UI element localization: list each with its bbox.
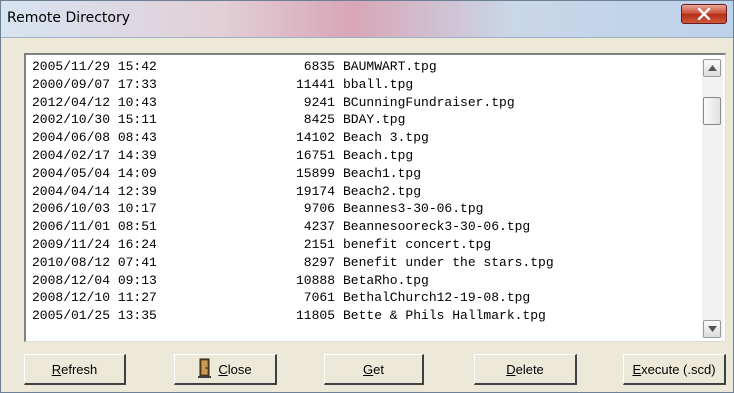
file-name: BetaRho.tpg — [343, 272, 429, 288]
execute-label: xecute (.scd) — [641, 361, 716, 377]
file-size: 19174 — [295, 183, 335, 199]
file-row[interactable]: 2008/12/10 11:27 7061 BethalChurch12-19-08… — [32, 289, 692, 307]
refresh-accel: R — [51, 361, 62, 377]
file-date: 2009/11/24 16:24 — [32, 236, 157, 252]
file-name: Beannesooreck3-30-06.tpg — [343, 219, 531, 235]
close-button[interactable]: Close — [174, 354, 277, 385]
file-date: 2006/10/03 10:17 — [32, 201, 157, 217]
file-row[interactable]: 2008/12/04 09:13 10888 BetaRho.tpg — [32, 272, 692, 290]
file-row[interactable]: 2004/02/17 14:39 16751 Beach.tpg — [32, 147, 692, 165]
door-icon — [198, 358, 212, 381]
file-date: 2004/06/08 08:43 — [32, 130, 157, 146]
scroll-thumb[interactable] — [703, 97, 721, 125]
file-row[interactable]: 2004/05/04 14:09 15899 Beach1.tpg — [32, 165, 692, 183]
remote-directory-window: Remote Directory 2005/11/29 15:42 6835 BAU… — [0, 0, 734, 393]
file-date: 2005/01/25 13:35 — [32, 308, 157, 324]
dialog-client-area: 2005/11/29 15:42 6835 BAUMWART.tpg 2000/09/… — [6, 38, 728, 388]
file-date: 2008/12/10 11:27 — [32, 290, 157, 306]
file-size: 11805 — [295, 308, 335, 324]
file-listbox[interactable]: 2005/11/29 15:42 6835 BAUMWART.tpg 2000/09/… — [24, 53, 726, 342]
file-name: BCunningFundraiser.tpg — [343, 94, 515, 110]
scroll-up-button[interactable] — [703, 59, 721, 77]
refresh-button[interactable]: Refresh — [24, 354, 126, 385]
file-date: 2002/10/30 15:11 — [32, 112, 157, 128]
close-label: lose — [227, 361, 252, 377]
file-name: Beach2.tpg — [343, 183, 422, 199]
delete-button[interactable]: Delete — [474, 354, 577, 385]
refresh-label: efresh — [61, 361, 98, 377]
file-row[interactable]: 2002/10/30 15:11 8425 BDAY.tpg — [32, 111, 692, 129]
execute-accel: E — [632, 361, 642, 377]
file-row[interactable]: 2006/10/03 10:17 9706 Beannes3-30-06.tpg — [32, 200, 692, 218]
file-date: 2012/04/12 10:43 — [32, 94, 157, 110]
file-name: BDAY.tpg — [343, 112, 406, 128]
arrow-up-icon — [707, 65, 717, 71]
delete-label: elete — [515, 361, 544, 377]
window-title: Remote Directory — [7, 10, 130, 26]
file-size: 10888 — [295, 272, 335, 288]
file-row[interactable]: 2004/04/14 12:39 19174 Beach2.tpg — [32, 183, 692, 201]
file-row[interactable]: 2009/11/24 16:24 2151 benefit concert.tpg — [32, 236, 692, 254]
file-list: 2005/11/29 15:42 6835 BAUMWART.tpg 2000/09/… — [32, 58, 692, 325]
file-name: Benefit under the stars.tpg — [343, 254, 554, 270]
file-name: benefit concert.tpg — [343, 236, 492, 252]
close-x-icon — [697, 8, 711, 20]
file-name: Beach1.tpg — [343, 165, 422, 181]
file-size: 11441 — [295, 76, 335, 92]
file-size: 8425 — [303, 112, 335, 128]
file-size: 6835 — [303, 59, 335, 74]
file-name: bball.tpg — [343, 76, 414, 92]
file-date: 2005/11/29 15:42 — [32, 59, 157, 74]
vertical-scrollbar[interactable] — [702, 59, 723, 338]
file-size: 4237 — [303, 219, 335, 235]
file-date: 2004/04/14 12:39 — [32, 183, 157, 199]
file-row[interactable]: 2005/01/25 13:35 11805 Bette & Phils Hallm… — [32, 307, 692, 325]
title-bar[interactable]: Remote Directory — [1, 1, 733, 38]
file-size: 9706 — [303, 201, 335, 217]
file-size: 14102 — [295, 130, 335, 146]
get-button[interactable]: Get — [324, 354, 424, 385]
file-row[interactable]: 2005/11/29 15:42 6835 BAUMWART.tpg — [32, 58, 692, 76]
file-size: 9241 — [303, 94, 335, 110]
file-date: 2004/05/04 14:09 — [32, 165, 157, 181]
window-close-button[interactable] — [681, 4, 727, 24]
arrow-down-icon — [707, 326, 717, 332]
file-name: BethalChurch12-19-08.tpg — [343, 290, 531, 306]
file-row[interactable]: 2006/11/01 08:51 4237 Beannesooreck3-30-06… — [32, 218, 692, 236]
file-size: 15899 — [295, 165, 335, 181]
file-size: 7061 — [303, 290, 335, 306]
file-date: 2006/11/01 08:51 — [32, 219, 157, 235]
close-accel: C — [218, 361, 228, 377]
file-name: Beach.tpg — [343, 147, 414, 163]
file-row[interactable]: 2010/08/12 07:41 8297 Benefit under the st… — [32, 254, 692, 272]
file-date: 2010/08/12 07:41 — [32, 254, 157, 270]
file-size: 2151 — [303, 236, 335, 252]
get-label: et — [373, 361, 384, 377]
file-size: 16751 — [295, 147, 335, 163]
file-size: 8297 — [303, 254, 335, 270]
file-name: BAUMWART.tpg — [343, 59, 437, 74]
file-date: 2000/09/07 17:33 — [32, 76, 157, 92]
delete-accel: D — [506, 361, 516, 377]
execute-button[interactable]: Execute (.scd) — [623, 354, 726, 385]
scroll-down-button[interactable] — [703, 320, 721, 338]
file-name: Beach 3.tpg — [343, 130, 429, 146]
file-date: 2004/02/17 14:39 — [32, 147, 157, 163]
file-name: Beannes3-30-06.tpg — [343, 201, 484, 217]
file-row[interactable]: 2000/09/07 17:33 11441 bball.tpg — [32, 76, 692, 94]
get-accel: G — [363, 361, 374, 377]
file-row[interactable]: 2004/06/08 08:43 14102 Beach 3.tpg — [32, 129, 692, 147]
file-name: Bette & Phils Hallmark.tpg — [343, 308, 546, 324]
file-date: 2008/12/04 09:13 — [32, 272, 157, 288]
file-row[interactable]: 2012/04/12 10:43 9241 BCunningFundraiser.t… — [32, 94, 692, 112]
